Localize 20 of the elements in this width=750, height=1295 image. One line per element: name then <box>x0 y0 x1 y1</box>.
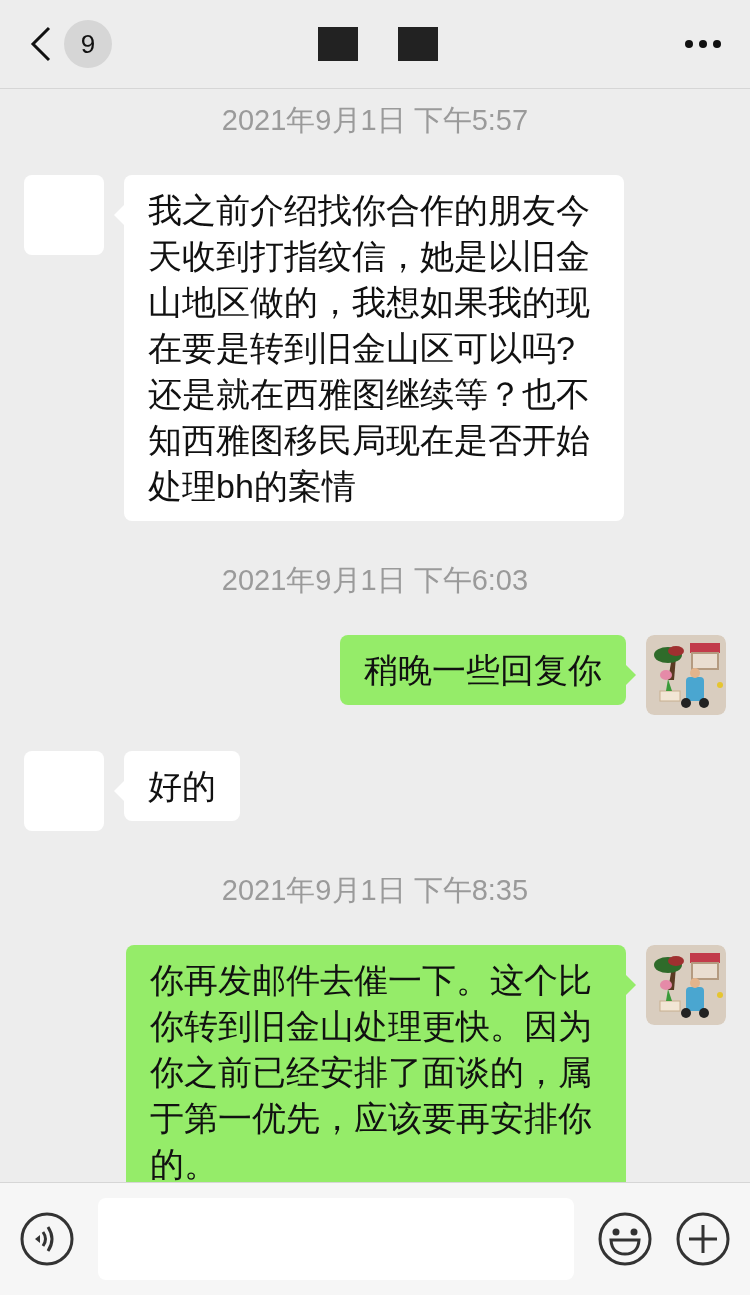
plus-icon <box>676 1212 730 1266</box>
more-icon <box>684 39 722 49</box>
timestamp: 2021年9月1日 下午5:57 <box>220 103 530 137</box>
unread-count: 9 <box>64 20 112 68</box>
redaction-mark <box>398 27 438 61</box>
back-icon <box>30 26 52 62</box>
timestamp: 2021年9月1日 下午8:35 <box>220 873 530 907</box>
timestamp: 2021年9月1日 下午6:03 <box>220 563 530 597</box>
sent-message: 你再发邮件去催一下。这个比你转到旧金山处理更快。因为你之前已经安排了面谈的，属于第一优先，应该要再安排你的。 <box>126 945 636 1182</box>
add-button[interactable] <box>676 1212 730 1266</box>
received-message: 好的 <box>114 751 240 821</box>
voice-button[interactable] <box>20 1212 74 1266</box>
more-button[interactable] <box>684 39 722 49</box>
voice-icon <box>20 1212 74 1266</box>
redaction-mark <box>318 27 358 61</box>
smiley-icon <box>598 1212 652 1266</box>
emoji-button[interactable] <box>598 1212 652 1266</box>
back-button[interactable] <box>30 26 52 62</box>
received-message: 我之前介绍找你合作的朋友今天收到打指纹信，她是以旧金山地区做的，我想如果我的现在要是转到旧金山区可以吗?还是就在西雅图继续等？也不知西雅图移民局现在是否开始处理bh的案情 <box>114 175 624 521</box>
sent-message: 稍晚一些回复你 <box>340 635 636 705</box>
